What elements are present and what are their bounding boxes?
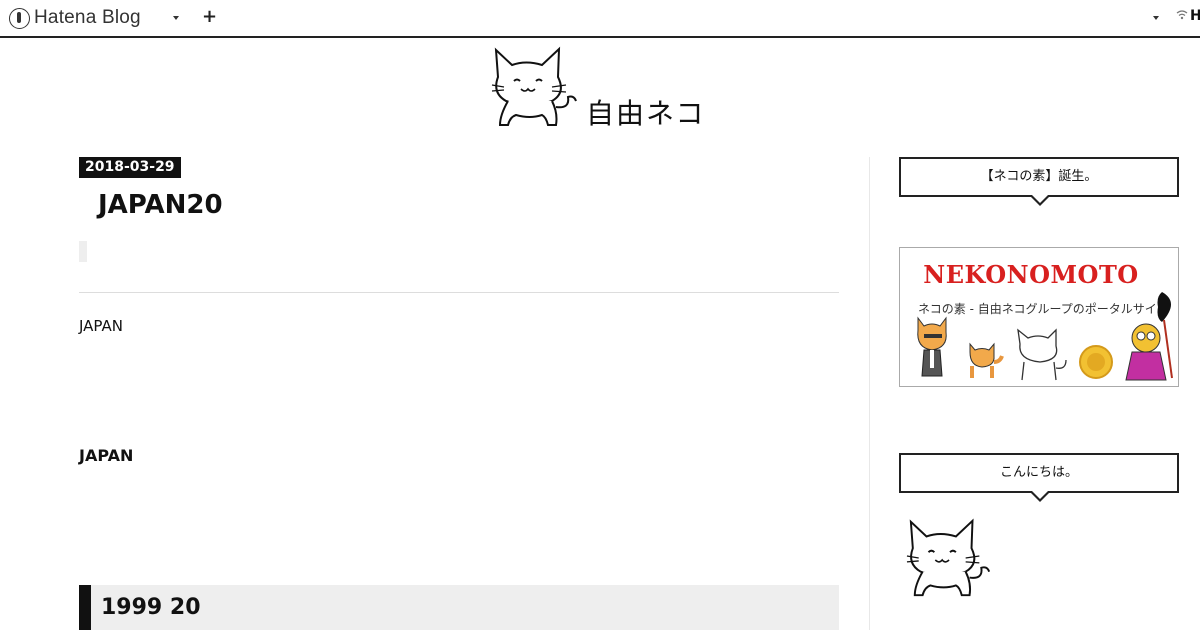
sidebar-divider bbox=[869, 157, 870, 630]
section-heading-text: 1999 20 bbox=[101, 595, 201, 620]
user-menu-chevron-icon[interactable] bbox=[1153, 16, 1159, 20]
topbar-right-text[interactable]: H bbox=[1190, 8, 1200, 24]
blog-title-link[interactable]: 自由ネコ bbox=[490, 45, 710, 130]
cat-mascot-icon bbox=[491, 46, 577, 126]
entry-divider bbox=[79, 292, 839, 293]
blog-title[interactable]: 自由ネコ bbox=[586, 92, 705, 132]
hatena-logo-icon bbox=[9, 7, 30, 29]
cat-mascot-icon bbox=[906, 518, 991, 597]
add-post-button[interactable]: + bbox=[202, 6, 217, 28]
hatena-topbar: Hatena Blog + H bbox=[0, 0, 1200, 38]
entry-date[interactable]: 2018-03-29 bbox=[79, 157, 181, 178]
hatena-blog-brand[interactable]: Hatena Blog bbox=[9, 6, 141, 30]
entry-title[interactable]: JAPAN20 bbox=[98, 190, 223, 220]
entry-categories bbox=[79, 241, 87, 262]
brand-name: Hatena Blog bbox=[34, 7, 141, 28]
sidebar-profile-title: こんにちは。 bbox=[899, 453, 1179, 502]
wifi-icon[interactable] bbox=[1176, 9, 1188, 23]
entry-paragraph: JAPAN bbox=[79, 317, 123, 335]
nekonomoto-banner[interactable]: NEKONOMOTO ネコの素 - 自由ネコグループのポータルサイト bbox=[899, 247, 1179, 387]
sidebar-module-title: 【ネコの素】誕生。 bbox=[899, 157, 1179, 206]
entry-paragraph-bold: JAPAN bbox=[79, 446, 134, 465]
chevron-down-icon[interactable] bbox=[173, 16, 179, 20]
banner-characters-illustration bbox=[917, 292, 1173, 381]
section-heading: 1999 20 bbox=[79, 585, 839, 630]
